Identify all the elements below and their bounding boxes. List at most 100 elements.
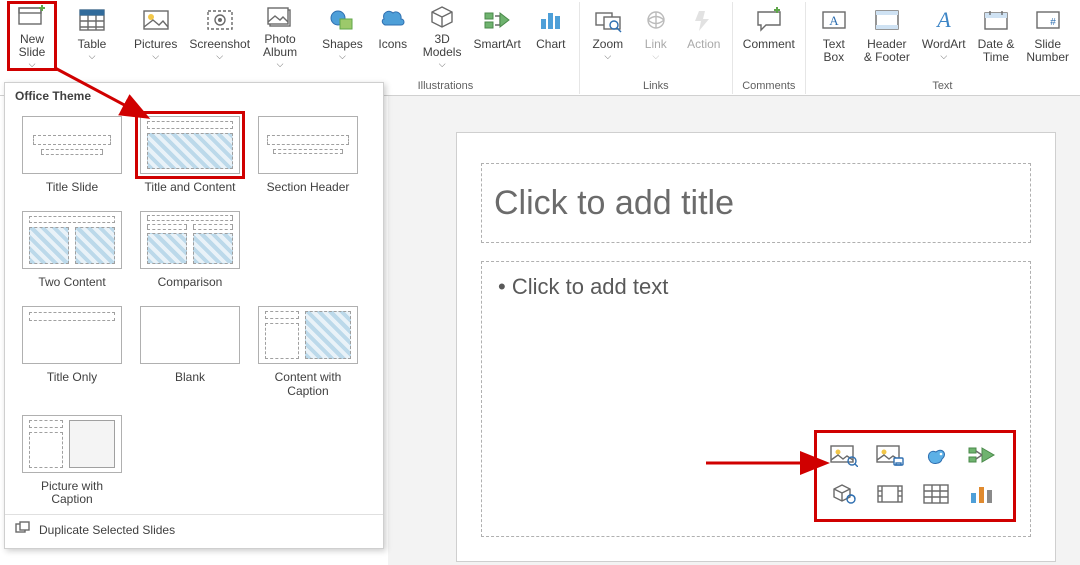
chevron-down-icon: ⌵ [940,52,947,62]
icons-icon [377,4,409,36]
insert-3d-model-icon[interactable] [829,481,859,507]
layout-gallery: Office Theme Title Slide Title and Conte… [4,82,384,549]
icons-label: Icons [378,38,407,51]
3d-models-button[interactable]: 3D Models ⌵ [417,2,468,70]
layout-label: Comparison [158,276,223,289]
insert-picture-icon[interactable] [875,443,905,469]
comment-icon [753,4,785,36]
new-slide-button[interactable]: New Slide ⌵ [8,2,56,70]
pictures-button[interactable]: Pictures ⌵ [128,2,183,70]
text-box-icon: A [818,4,850,36]
slide-number-button[interactable]: # Slide Number [1020,2,1075,70]
link-button[interactable]: Link ⌵ [632,2,680,70]
layout-label: Title Only [47,371,97,384]
link-label: Link [645,38,667,51]
zoom-icon [592,4,624,36]
ribbon-group-links: Zoom ⌵ Link ⌵ Action Links [580,2,733,94]
slide-number-label: Slide Number [1026,38,1069,64]
content-icons-highlight [814,430,1016,522]
smartart-icon [481,4,513,36]
chevron-down-icon: ⌵ [277,60,284,70]
link-icon [640,4,672,36]
pictures-label: Pictures [134,38,177,51]
table-label: Table [78,38,107,51]
insert-icon-icon[interactable] [921,443,951,469]
screenshot-label: Screenshot [189,38,250,51]
header-footer-button[interactable]: Header & Footer [858,2,916,70]
date-time-icon [980,4,1012,36]
screenshot-button[interactable]: Screenshot ⌵ [183,2,256,70]
duplicate-slides-button[interactable]: Duplicate Selected Slides [5,514,383,544]
layout-title-content[interactable]: Title and Content [131,107,249,202]
shapes-button[interactable]: Shapes ⌵ [316,2,369,70]
wordart-label: WordArt [922,38,966,51]
duplicate-label: Duplicate Selected Slides [39,523,175,537]
shapes-icon [326,4,358,36]
chevron-down-icon: ⌵ [89,52,96,62]
wordart-icon: A [928,4,960,36]
date-time-button[interactable]: Date & Time [972,2,1021,70]
insert-stock-image-icon[interactable] [829,443,859,469]
3d-models-label: 3D Models [423,33,462,59]
layout-title-slide[interactable]: Title Slide [13,107,131,202]
slide-canvas-area: Click to add title Click to add text [388,96,1080,565]
wordart-button[interactable]: A WordArt ⌵ [916,2,972,70]
new-slide-label: New Slide [19,33,46,59]
photo-album-button[interactable]: Photo Album ⌵ [256,2,304,70]
layout-label: Section Header [267,181,350,194]
title-placeholder[interactable]: Click to add title [481,163,1031,243]
layout-label: Content with Caption [275,371,342,397]
ribbon-group-images: Pictures ⌵ Screenshot ⌵ Photo Album ⌵ [124,2,308,94]
chart-icon [535,4,567,36]
slide[interactable]: Click to add title Click to add text [456,132,1056,562]
layout-label: Title Slide [46,181,98,194]
chevron-down-icon: ⌵ [216,52,223,62]
chart-label: Chart [536,38,565,51]
chevron-down-icon: ⌵ [152,52,159,62]
layout-blank[interactable]: Blank [131,297,249,405]
ribbon-group-comments: Comment Comments [733,2,806,94]
cube-icon [426,4,458,31]
layout-title-only[interactable]: Title Only [13,297,131,405]
layout-two-content[interactable]: Two Content [13,202,131,297]
table-icon [76,4,108,36]
smartart-button[interactable]: SmartArt [467,2,526,70]
photo-album-icon [264,4,296,31]
layout-comparison[interactable]: Comparison [131,202,249,297]
svg-text:A: A [935,7,951,32]
layout-content-caption[interactable]: Content with Caption [249,297,367,405]
new-slide-icon [16,4,48,31]
insert-chart-icon[interactable] [967,481,997,507]
group-label-comments: Comments [742,80,795,94]
layout-section-header[interactable]: Section Header [249,107,367,202]
date-time-label: Date & Time [978,38,1015,64]
chevron-down-icon: ⌵ [29,60,36,70]
chart-button[interactable]: Chart [527,2,575,70]
insert-smartart-icon[interactable] [967,443,997,469]
insert-table-icon[interactable] [921,481,951,507]
smartart-label: SmartArt [473,38,520,51]
icons-button[interactable]: Icons [369,2,417,70]
text-box-button[interactable]: A Text Box [810,2,858,70]
group-label-links: Links [643,80,669,94]
comment-label: Comment [743,38,795,51]
content-placeholder[interactable]: Click to add text [481,261,1031,537]
ribbon-group-slides: New Slide ⌵ [2,2,60,94]
ribbon-group-text: A Text Box Header & Footer A WordArt ⌵ [806,2,1079,94]
layout-label: Two Content [38,276,105,289]
shapes-label: Shapes [322,38,363,51]
layout-label: Title and Content [145,181,236,194]
layout-picture-caption[interactable]: Picture with Caption [13,406,131,514]
ribbon-group-illustrations: Shapes ⌵ Icons 3D Models ⌵ Smar [312,2,580,94]
svg-text:#: # [1050,17,1056,28]
insert-video-icon[interactable] [875,481,905,507]
action-button[interactable]: Action [680,2,728,70]
table-button[interactable]: Table ⌵ [68,2,116,70]
pictures-icon [140,4,172,36]
slide-number-icon: # [1032,4,1064,36]
zoom-button[interactable]: Zoom ⌵ [584,2,632,70]
svg-text:A: A [829,13,839,28]
photo-album-label: Photo Album [263,33,297,59]
comment-button[interactable]: Comment [737,2,801,70]
header-footer-label: Header & Footer [864,38,910,64]
